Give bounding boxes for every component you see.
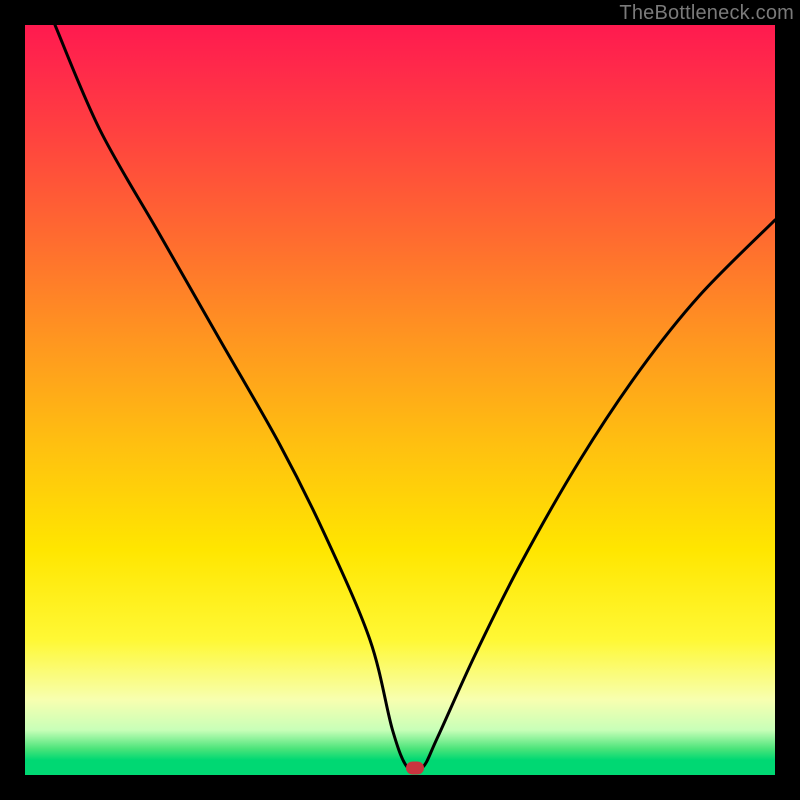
- optimal-point-marker: [406, 761, 424, 774]
- plot-area: [25, 25, 775, 775]
- chart-frame: TheBottleneck.com: [0, 0, 800, 800]
- bottleneck-curve: [25, 25, 775, 775]
- watermark-text: TheBottleneck.com: [619, 2, 794, 25]
